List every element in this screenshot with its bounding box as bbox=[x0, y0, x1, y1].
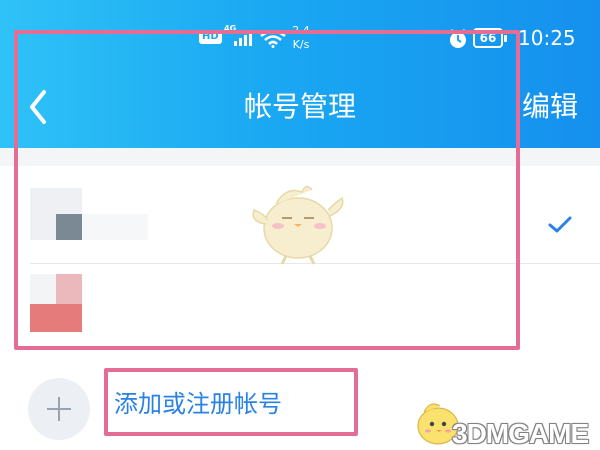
edit-button[interactable]: 编辑 bbox=[522, 88, 578, 126]
mascot-icon bbox=[252, 185, 344, 265]
highlight-annotation bbox=[104, 368, 358, 436]
check-icon bbox=[548, 216, 572, 238]
plus-icon[interactable] bbox=[28, 378, 90, 440]
clock: 10:25 bbox=[518, 26, 576, 50]
watermark-text: 3DMGAME bbox=[452, 418, 589, 449]
